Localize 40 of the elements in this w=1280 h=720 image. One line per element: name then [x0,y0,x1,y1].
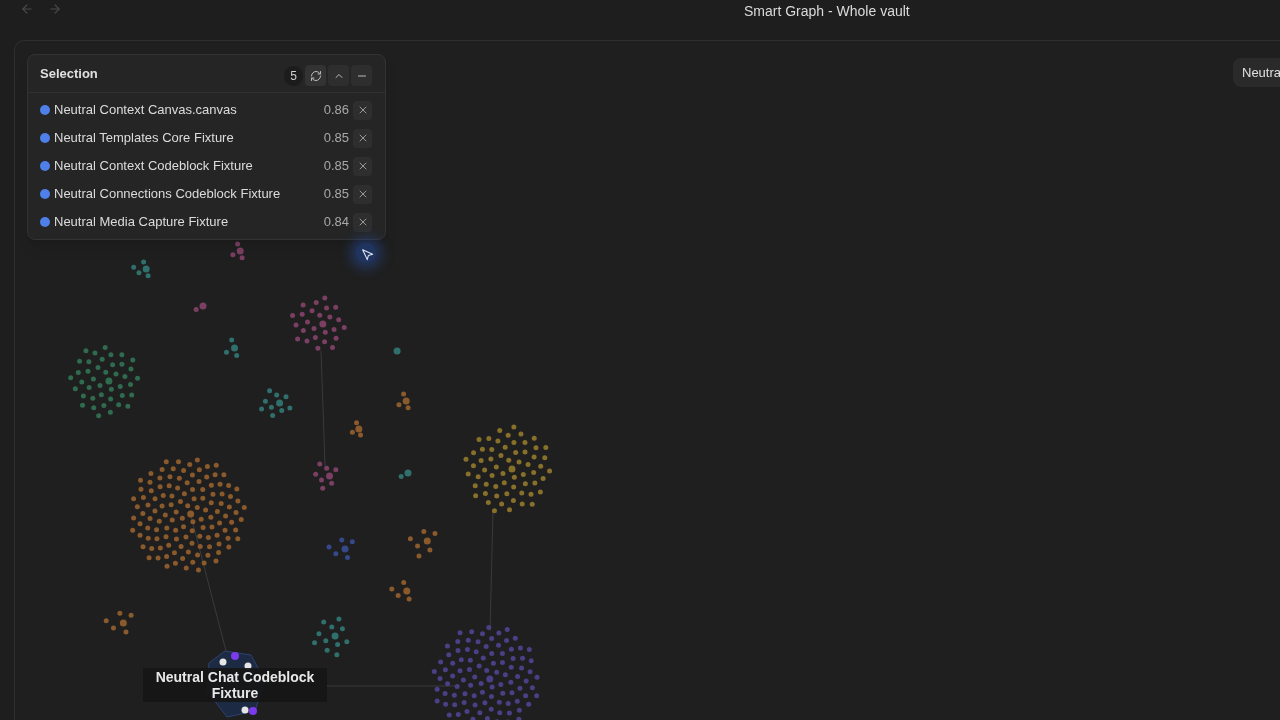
node-cluster [230,241,245,261]
remove-button[interactable] [353,128,372,148]
node-cluster [396,391,411,411]
refresh-button[interactable] [305,65,326,86]
navigation-button[interactable] [356,243,376,263]
node-name[interactable]: Neutral Templates Core Fixture [54,128,234,148]
score: 0.84 [323,213,349,232]
score: 0.85 [323,157,349,176]
remove-button[interactable] [353,156,372,176]
node-cluster [389,580,412,602]
node-cluster [313,461,339,491]
score: 0.85 [323,129,349,148]
node-cluster [224,337,240,358]
node-name[interactable]: Neutral Context Canvas.canvas [54,100,237,120]
score: 0.86 [323,101,349,120]
node-name[interactable]: Neutral Context Codeblock Fixture [54,156,253,176]
node-cluster [193,302,207,312]
collapse-button[interactable] [328,65,349,86]
panel-title: Selection [40,64,98,83]
node-cluster [393,347,401,355]
count-badge: 5 [284,65,303,86]
node-cluster [103,610,134,635]
node-cluster [131,259,151,279]
node-name[interactable]: Neutral Media Capture Fixture [54,212,229,232]
remove-button[interactable] [353,184,372,204]
node-cluster [259,388,293,418]
node-label-tooltip: Neutral Chat Codeblock Fixture [143,668,327,702]
node-cluster [398,469,412,479]
score: 0.85 [323,185,349,204]
node-cluster [407,529,438,559]
remove-button[interactable] [353,100,372,120]
node-cluster [326,537,355,560]
node-cluster [349,420,364,438]
node-cluster [290,295,347,351]
remove-button[interactable] [353,212,372,232]
minimize-button[interactable] [351,65,372,86]
node-cluster [312,616,350,658]
refresh-icon [309,69,322,82]
window-title: Smart Graph - Whole vault [744,2,910,21]
node-name[interactable]: Neutral Connections Codeblock Fixture [54,184,281,204]
